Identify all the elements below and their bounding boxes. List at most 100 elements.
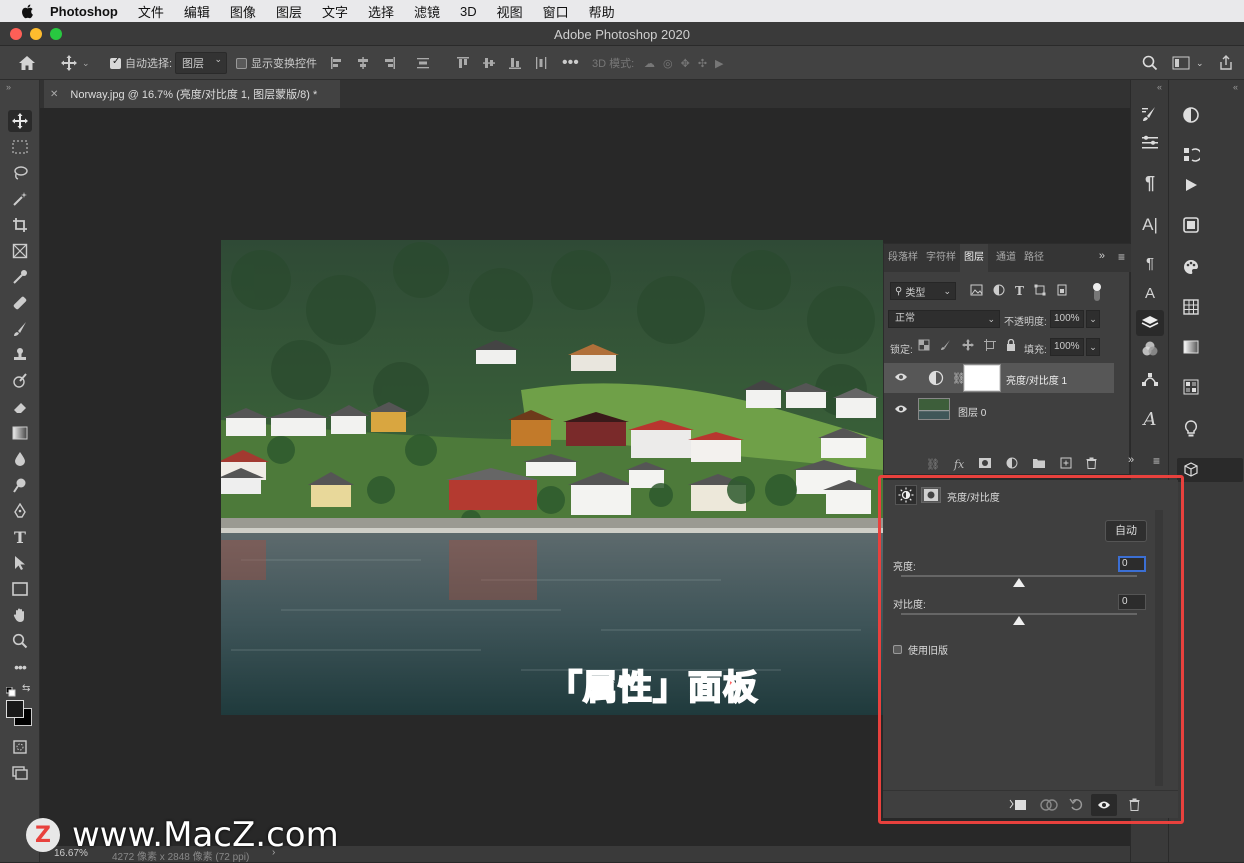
align-right-icon[interactable] xyxy=(382,56,396,70)
collapse-panel-icon[interactable]: » xyxy=(6,82,11,92)
collapse-dock-icon[interactable]: « xyxy=(1233,82,1238,92)
eyedropper-tool-icon[interactable] xyxy=(8,266,32,288)
history-brush-tool-icon[interactable] xyxy=(8,370,32,392)
filter-toggle[interactable] xyxy=(1092,282,1102,302)
distribute-vertical-icon[interactable] xyxy=(416,56,430,70)
3d-pan-icon[interactable]: ✥ xyxy=(681,57,690,70)
filter-adjustment-icon[interactable] xyxy=(993,284,1005,299)
menu-layer[interactable]: 图层 xyxy=(276,2,302,21)
contrast-slider-track[interactable] xyxy=(901,613,1137,615)
healing-brush-tool-icon[interactable] xyxy=(8,292,32,314)
fill-input[interactable]: 100% xyxy=(1050,338,1084,356)
filter-pixel-icon[interactable] xyxy=(970,284,983,299)
tab-channels[interactable]: 通道 xyxy=(992,244,1020,272)
menu-edit[interactable]: 编辑 xyxy=(184,2,210,21)
close-tab-icon[interactable]: ✕ xyxy=(50,89,58,100)
auto-button[interactable]: 自动 xyxy=(1105,520,1147,542)
brightness-sun-icon[interactable] xyxy=(895,485,917,505)
layer-mask-thumbnail[interactable] xyxy=(963,364,1001,392)
new-layer-icon[interactable] xyxy=(1060,457,1072,472)
learn-lightbulb-icon[interactable] xyxy=(1179,418,1203,440)
brush-tool-icon[interactable] xyxy=(8,318,32,340)
eye-visibility-icon[interactable] xyxy=(894,404,908,417)
filter-smart-object-icon[interactable] xyxy=(1056,284,1068,299)
auto-select-dropdown[interactable]: 图层 ⌄ xyxy=(175,52,227,74)
layer-row-image[interactable]: 图层 0 xyxy=(884,394,1114,424)
menu-window[interactable]: 窗口 xyxy=(543,2,569,21)
reset-icon[interactable] xyxy=(1069,798,1085,815)
share-icon[interactable] xyxy=(1218,46,1234,80)
marquee-tool-icon[interactable] xyxy=(8,136,32,158)
panel-menu-icon[interactable]: ≡ xyxy=(1153,454,1160,468)
align-top-icon[interactable] xyxy=(456,56,470,70)
tab-layers[interactable]: 图层 xyxy=(960,244,988,272)
tab-character-styles[interactable]: 字符样 xyxy=(922,244,960,272)
panel-menu-icon[interactable]: ≡ xyxy=(1118,250,1125,264)
character-icon[interactable]: A| xyxy=(1138,214,1162,236)
auto-select-checkbox[interactable] xyxy=(110,56,121,69)
brightness-input[interactable]: 0 xyxy=(1118,556,1146,572)
move-tool-preset-icon[interactable]: ⌄ xyxy=(60,46,90,80)
paragraph-styles-icon[interactable]: ¶ xyxy=(1138,252,1162,274)
menu-image[interactable]: 图像 xyxy=(230,2,256,21)
frame-tool-icon[interactable] xyxy=(8,240,32,262)
align-bottom-icon[interactable] xyxy=(508,56,522,70)
quick-mask-icon[interactable] xyxy=(8,736,32,758)
brush-presets-icon[interactable] xyxy=(1138,132,1162,154)
expand-icon[interactable]: » xyxy=(1128,454,1134,466)
delete-layer-icon[interactable] xyxy=(1086,457,1097,472)
collapse-dock-icon[interactable]: « xyxy=(1157,82,1162,92)
align-left-icon[interactable] xyxy=(330,56,344,70)
foreground-color-swatch[interactable] xyxy=(6,700,24,718)
menu-file[interactable]: 文件 xyxy=(138,2,164,21)
clip-to-layer-icon[interactable] xyxy=(1009,798,1027,815)
distribute-horizontal-icon[interactable] xyxy=(534,56,548,70)
eraser-tool-icon[interactable] xyxy=(8,396,32,418)
history-icon[interactable] xyxy=(1179,144,1203,166)
expand-icon[interactable]: » xyxy=(1099,250,1105,262)
apple-icon[interactable] xyxy=(20,3,36,19)
libraries-icon[interactable] xyxy=(1179,214,1203,236)
opacity-dropdown-button[interactable]: ⌄ xyxy=(1086,310,1100,328)
lock-all-icon[interactable] xyxy=(1006,338,1016,354)
home-icon[interactable] xyxy=(18,46,36,80)
view-previous-state-icon[interactable] xyxy=(1039,798,1059,815)
align-hcenter-icon[interactable] xyxy=(356,56,370,70)
menu-select[interactable]: 选择 xyxy=(368,2,394,21)
actions-play-icon[interactable] xyxy=(1179,174,1203,196)
link-layers-icon[interactable]: ⛓ xyxy=(926,458,940,471)
menu-filter[interactable]: 滤镜 xyxy=(414,2,440,21)
3d-orbit-icon[interactable]: ☁ xyxy=(644,57,655,70)
path-selection-tool-icon[interactable] xyxy=(8,552,32,574)
blend-mode-dropdown[interactable]: 正常 ⌄ xyxy=(888,310,1000,328)
lock-transparent-icon[interactable] xyxy=(918,339,930,354)
screen-mode-icon[interactable] xyxy=(8,762,32,784)
adjustments-icon[interactable] xyxy=(1179,104,1203,126)
tab-paths[interactable]: 路径 xyxy=(1020,244,1048,272)
layers-panel-icon[interactable] xyxy=(1136,310,1164,336)
gradients-icon[interactable] xyxy=(1179,336,1203,358)
brightness-slider-track[interactable] xyxy=(901,575,1137,577)
3d-scale-icon[interactable]: ▶ xyxy=(715,57,723,70)
pen-tool-icon[interactable] xyxy=(8,500,32,522)
layer-filter-dropdown[interactable]: ⚲ 类型 ⌄ xyxy=(890,282,956,300)
workspace-icon[interactable]: ⌄ xyxy=(1172,46,1204,80)
show-transform-checkbox[interactable] xyxy=(236,57,247,69)
add-mask-icon[interactable] xyxy=(978,457,992,472)
filter-type-icon[interactable]: T xyxy=(1015,284,1024,299)
document-image[interactable] xyxy=(221,240,883,715)
menu-type[interactable]: 文字 xyxy=(322,2,348,21)
crop-tool-icon[interactable] xyxy=(8,214,32,236)
3d-slide-icon[interactable]: ✣ xyxy=(698,57,707,70)
mask-properties-icon[interactable] xyxy=(921,487,941,503)
3d-roll-icon[interactable]: ◎ xyxy=(663,57,673,70)
3d-panel-tab[interactable] xyxy=(1177,458,1243,482)
channels-icon[interactable] xyxy=(1138,338,1162,360)
tab-paragraph-styles[interactable]: 段落样 xyxy=(884,244,922,272)
glyphs-icon[interactable]: A xyxy=(1138,408,1162,430)
dodge-tool-icon[interactable] xyxy=(8,474,32,496)
color-palette-icon[interactable] xyxy=(1179,256,1203,278)
contrast-input[interactable]: 0 xyxy=(1118,594,1146,610)
lock-position-icon[interactable] xyxy=(962,339,974,354)
swatches-icon[interactable] xyxy=(1179,296,1203,318)
